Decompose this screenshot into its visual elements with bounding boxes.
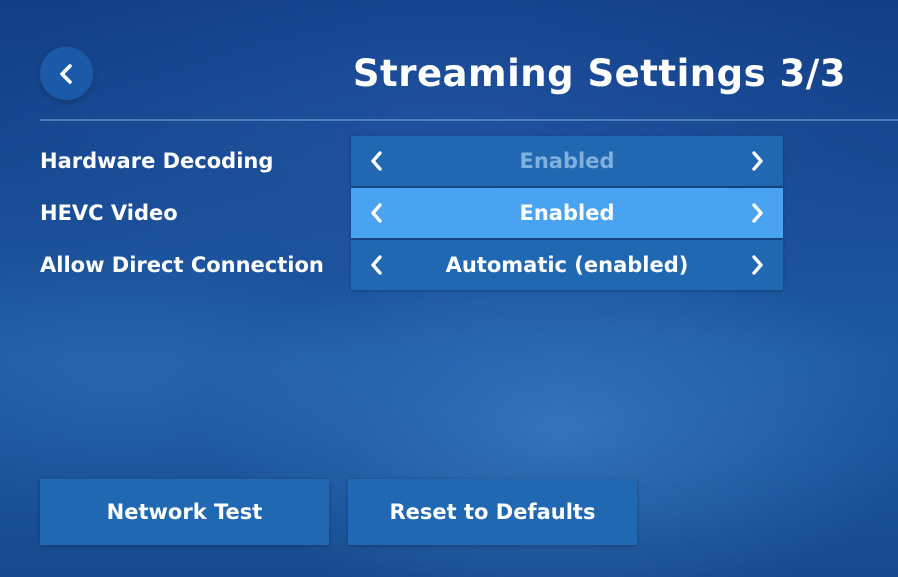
chevron-left-icon[interactable] (364, 252, 390, 278)
page-title: Streaming Settings 3/3 (352, 52, 846, 95)
chevron-left-icon (57, 63, 77, 85)
chevron-left-icon[interactable] (364, 148, 390, 174)
setting-row-hevc-video: HEVC Video Enabled (40, 188, 783, 238)
reset-to-defaults-button[interactable]: Reset to Defaults (348, 479, 637, 545)
chevron-left-icon[interactable] (364, 200, 390, 226)
chevron-right-icon[interactable] (744, 252, 770, 278)
hevc-video-selector[interactable]: Enabled (351, 188, 783, 238)
chevron-right-icon[interactable] (744, 148, 770, 174)
title-divider (40, 119, 898, 121)
allow-direct-connection-value: Automatic (enabled) (445, 253, 689, 277)
network-test-button[interactable]: Network Test (40, 479, 329, 545)
hevc-video-value: Enabled (519, 201, 615, 225)
setting-row-allow-direct-connection: Allow Direct Connection Automatic (enabl… (40, 240, 783, 290)
chevron-right-icon[interactable] (744, 200, 770, 226)
setting-label-hevc-video: HEVC Video (40, 201, 178, 225)
hardware-decoding-selector[interactable]: Enabled (351, 136, 783, 186)
setting-label-hardware-decoding: Hardware Decoding (40, 149, 274, 173)
setting-row-hardware-decoding: Hardware Decoding Enabled (40, 136, 783, 186)
back-button[interactable] (40, 47, 93, 100)
allow-direct-connection-selector[interactable]: Automatic (enabled) (351, 240, 783, 290)
hardware-decoding-value: Enabled (519, 149, 615, 173)
setting-label-allow-direct-connection: Allow Direct Connection (40, 253, 324, 277)
